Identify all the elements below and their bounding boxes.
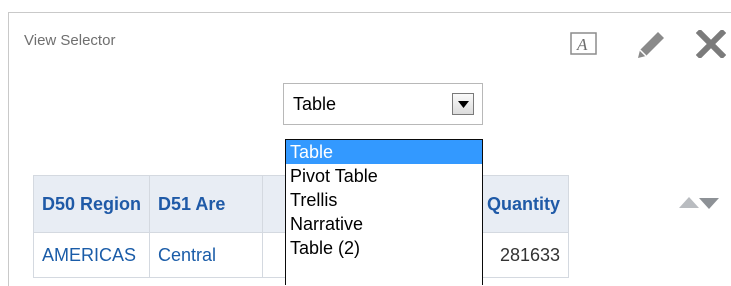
dropdown-button[interactable] [452,93,474,115]
close-icon [696,30,726,58]
sort-arrows-icon [679,197,719,209]
option-trellis[interactable]: Trellis [286,188,482,212]
view-selector-options: Table Pivot Table Trellis Narrative Tabl… [285,139,483,285]
option-table-2[interactable]: Table (2) [286,236,482,260]
chevron-down-icon [458,101,469,108]
text-format-icon: A [570,32,597,55]
close-button[interactable] [696,30,726,58]
option-table[interactable]: Table [286,140,482,164]
cell-region[interactable]: AMERICAS [32,232,151,278]
format-button[interactable]: A [570,30,598,56]
option-pivot-table[interactable]: Pivot Table [286,164,482,188]
sort-control[interactable] [677,195,721,216]
cell-area[interactable]: Central [149,232,264,278]
column-header-region[interactable]: D50 Region [32,175,151,233]
view-selector-value: Table [293,94,337,114]
edit-button[interactable] [636,30,666,58]
option-narrative[interactable]: Narrative [286,212,482,236]
svg-text:A: A [576,35,588,54]
pencil-icon [638,32,664,58]
panel-title: View Selector [24,32,116,49]
column-header-area[interactable]: D51 Are [149,175,264,233]
view-selector-dropdown[interactable]: Table [283,83,483,125]
